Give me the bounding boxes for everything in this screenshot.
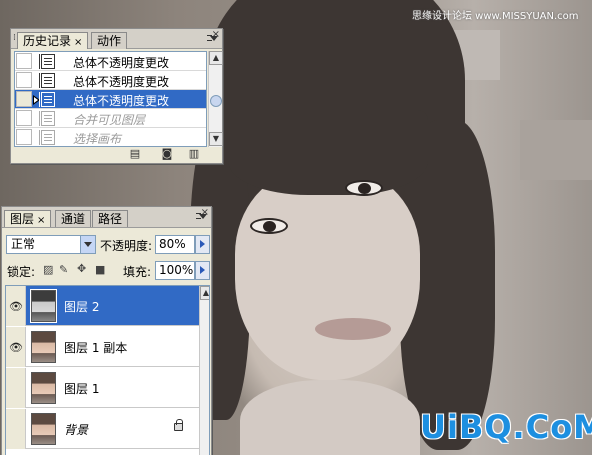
tab-actions-label: 动作 [97,34,122,48]
lock-label: 锁定: [7,265,36,279]
layer-thumbnail [30,289,57,323]
tab-actions[interactable]: 动作 [91,32,128,49]
history-state-icon [39,73,55,88]
right-eye [345,180,383,196]
layer-row-layer-1-copy[interactable]: 👁 图层 1 副本 [6,327,199,367]
layer-row-layer-1[interactable]: 图层 1 [6,368,199,408]
lips [315,318,391,340]
history-state[interactable]: 选择画布 [15,128,206,146]
scroll-up-icon[interactable]: ▲ [200,286,209,300]
visibility-toggle[interactable] [6,368,26,408]
layers-panel: 图层 × 通道 路径 × 正常 不透明度: 80% 锁定: ▨ ✎ ✥ ■ 填充:… [1,206,212,455]
history-state[interactable]: 合并可见图层 [15,109,206,128]
layer-row-background[interactable]: 背景 [6,409,199,449]
history-footer: ▤ ◙ ▥ [11,147,222,163]
scroll-up-icon[interactable]: ▲ [209,51,223,65]
fill-label: 填充: [123,265,152,279]
history-state-label: 总体不透明度更改 [73,94,170,108]
history-state-label: 合并可见图层 [73,113,146,127]
scroll-down-icon[interactable]: ▼ [209,132,223,146]
new-snapshot-icon[interactable]: ◙ [160,148,174,161]
bangs [228,110,428,195]
layer-name[interactable]: 背景 [64,421,88,438]
history-state-icon [39,111,55,126]
tab-channels-label: 通道 [61,212,86,226]
delete-icon[interactable]: ▥ [187,148,201,161]
lock-all-icon[interactable]: ■ [95,263,105,276]
layers-scrollbar[interactable]: ▲ [199,286,209,455]
history-state-icon [39,130,55,145]
panel-grip-icon[interactable]: ⁞ [13,33,16,43]
layer-name[interactable]: 图层 2 [64,298,99,315]
history-brush-source-checkbox[interactable] [16,53,32,69]
panel-menu-icon[interactable] [199,214,207,219]
tab-history-label: 历史记录 [23,34,72,48]
history-state[interactable]: 总体不透明度更改 [15,71,206,90]
blend-mode-value: 正常 [11,237,36,251]
lock-image-icon[interactable]: ✎ [59,263,68,276]
lock-icon [174,419,183,431]
tab-paths[interactable]: 路径 [92,210,129,227]
layer-thumbnail [31,372,56,404]
visibility-toggle[interactable]: 👁 [6,327,26,367]
lock-transparency-icon[interactable]: ▨ [43,263,53,276]
tab-channels[interactable]: 通道 [55,210,92,227]
opacity-field[interactable]: 80% [155,235,195,254]
eye-icon[interactable]: 👁 [9,300,23,313]
layer-name[interactable]: 图层 1 副本 [64,339,127,356]
layers-tab-bar: 图层 × 通道 路径 × [2,207,211,228]
opacity-label: 不透明度: [100,239,153,253]
history-state-icon [39,92,55,107]
background-lights [520,120,592,180]
history-brush-source-checkbox[interactable] [16,91,32,107]
panel-menu-icon[interactable] [210,36,218,41]
history-state-icon [39,54,55,69]
history-state-label: 总体不透明度更改 [73,75,170,89]
tab-layers-label: 图层 [10,212,35,226]
lock-row: 锁定: ▨ ✎ ✥ ■ 填充: 100% [5,260,210,282]
watermark-top: 思缘设计论坛 www.MISSYUAN.com [412,11,579,22]
history-tab-bar: ⁞ 历史记录 × 动作 × [11,29,222,49]
close-tab-icon[interactable]: × [37,215,45,226]
close-tab-icon[interactable]: × [74,37,82,48]
visibility-toggle[interactable] [6,409,26,449]
visibility-toggle[interactable]: 👁 [6,286,26,326]
blend-row: 正常 不透明度: 80% [5,234,210,256]
history-panel: ⁞ 历史记录× 动作 × 总体不透明度更改 总体不透明度更改 总体不透明度更改 [10,28,223,164]
lock-position-icon[interactable]: ✥ [77,262,86,275]
tab-layers[interactable]: 图层 × [4,210,52,227]
layer-row-layer-2[interactable]: 👁 图层 2 [6,286,199,326]
tab-history[interactable]: 历史记录 × [17,32,89,49]
layer-thumbnail [31,413,56,445]
layer-thumbnail [31,331,56,363]
eye-icon[interactable]: 👁 [9,341,23,354]
face [235,170,420,380]
history-brush-source-checkbox[interactable] [16,110,32,126]
opacity-slider-arrow-icon[interactable] [195,235,210,254]
watermark-logo: UiBQ.CoM [420,408,592,446]
history-scrollbar[interactable]: ▲ ▼ [208,51,223,147]
new-document-from-state-icon[interactable]: ▤ [128,148,142,161]
layer-list: 👁 图层 2 👁 图层 1 副本 图层 1 背景 ▲ [5,285,210,455]
fill-field[interactable]: 100% [155,261,195,280]
fill-slider-arrow-icon[interactable] [195,261,210,280]
history-brush-source-checkbox[interactable] [16,129,32,145]
history-state-label: 选择画布 [73,132,122,146]
history-state-selected[interactable]: 总体不透明度更改 [15,90,206,109]
history-list: 总体不透明度更改 总体不透明度更改 总体不透明度更改 合并可见图层 选择画布 [14,51,207,147]
blend-mode-select[interactable]: 正常 [6,235,96,254]
tab-paths-label: 路径 [98,212,123,226]
history-state[interactable]: 总体不透明度更改 [15,52,206,71]
layer-name[interactable]: 图层 1 [64,380,99,397]
left-eye [250,218,288,234]
hand [240,380,420,455]
scroll-thumb[interactable] [210,95,222,107]
history-state-label: 总体不透明度更改 [73,56,170,70]
history-brush-source-checkbox[interactable] [16,72,32,88]
chevron-down-icon[interactable] [80,236,95,253]
